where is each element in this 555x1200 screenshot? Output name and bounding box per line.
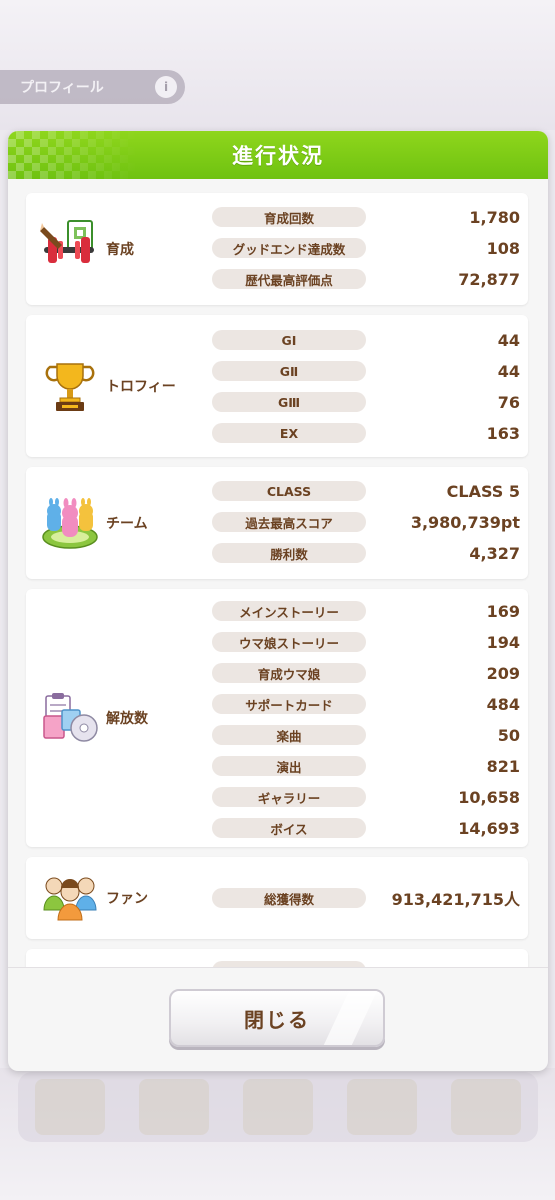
- header-pattern: [8, 131, 138, 179]
- stat-label: 勝利数: [212, 543, 366, 563]
- stat-value: 913,421,715人: [391, 890, 520, 909]
- stat-label: 育成ウマ娘: [212, 663, 366, 683]
- stat-value: 72,877: [458, 269, 520, 289]
- section-next-partial: [26, 949, 528, 967]
- stat-row: ボイス 14,693: [212, 818, 520, 838]
- stat-label: GⅢ: [212, 392, 366, 412]
- team-icon: [40, 493, 100, 553]
- stat-value: 209: [486, 663, 520, 683]
- stat-label: 歴代最高評価点: [212, 269, 366, 289]
- stat-label: GⅡ: [212, 361, 366, 381]
- stat-value: 10,658: [458, 787, 520, 807]
- stat-row: 楽曲 50: [212, 725, 520, 745]
- profile-tab-label: プロフィール: [20, 80, 104, 96]
- nav-item: [451, 1079, 521, 1135]
- nav-item: [243, 1079, 313, 1135]
- stat-value: 44: [497, 361, 520, 381]
- stat-label: 過去最高スコア: [212, 512, 366, 532]
- nav-item: [347, 1079, 417, 1135]
- close-button-label: 閉じる: [244, 1007, 310, 1032]
- progress-dialog: 進行状況 育成 育成回数 1,780 グッドエンド達成数 108 歴代最高評価点…: [8, 131, 548, 1071]
- stat-row: CLASS CLASS 5: [212, 481, 520, 501]
- category-label: チーム: [106, 516, 148, 532]
- footer-divider: [8, 967, 548, 968]
- dialog-header: 進行状況: [8, 131, 548, 179]
- stat-label: 楽曲: [212, 725, 366, 745]
- stat-value: 14,693: [458, 818, 520, 838]
- stats-scroll-area[interactable]: 育成 育成回数 1,780 グッドエンド達成数 108 歴代最高評価点 72,8…: [8, 179, 548, 967]
- category-label: ファン: [106, 891, 148, 907]
- stat-value: 3,980,739pt: [410, 512, 520, 532]
- unlock-icon: [40, 688, 100, 748]
- stat-label: 演出: [212, 756, 366, 776]
- close-button[interactable]: 閉じる: [169, 989, 385, 1047]
- stat-row: 勝利数 4,327: [212, 543, 520, 563]
- stat-value: 1,780: [469, 207, 520, 227]
- stat-value: 4,327: [469, 543, 520, 563]
- section-trophy: トロフィー GⅠ 44 GⅡ 44 GⅢ 76 EX 163: [26, 315, 528, 457]
- stat-row: ウマ娘ストーリー 194: [212, 632, 520, 652]
- stat-row: メインストーリー 169: [212, 601, 520, 621]
- stat-row: EX 163: [212, 423, 520, 443]
- stat-label: ウマ娘ストーリー: [212, 632, 366, 652]
- nav-item: [139, 1079, 209, 1135]
- stat-value: 50: [497, 725, 520, 745]
- stat-row: GⅠ 44: [212, 330, 520, 350]
- section-training: 育成 育成回数 1,780 グッドエンド達成数 108 歴代最高評価点 72,8…: [26, 193, 528, 305]
- category-label: 育成: [106, 242, 134, 258]
- profile-tab: プロフィール i: [0, 70, 185, 104]
- category-training: 育成: [40, 219, 134, 279]
- category-label: トロフィー: [106, 379, 176, 395]
- trophy-icon: [40, 356, 100, 416]
- stat-row: GⅡ 44: [212, 361, 520, 381]
- category-fans: ファン: [40, 868, 148, 928]
- stat-label: 総獲得数: [212, 888, 366, 908]
- training-icon: [40, 219, 100, 279]
- stat-value: 821: [486, 756, 520, 776]
- stat-row: 歴代最高評価点 72,877: [212, 269, 520, 289]
- stat-value: 163: [486, 423, 520, 443]
- info-icon: i: [155, 76, 177, 98]
- stat-label: 育成回数: [212, 207, 366, 227]
- stat-row: 総獲得数 913,421,715人: [212, 888, 520, 909]
- stat-label: ボイス: [212, 818, 366, 838]
- stat-value: 44: [497, 330, 520, 350]
- section-unlocks: 解放数 メインストーリー 169 ウマ娘ストーリー 194 育成ウマ娘 209 …: [26, 589, 528, 847]
- stat-row: ギャラリー 10,658: [212, 787, 520, 807]
- background-nav-bar: [18, 1072, 538, 1142]
- stat-value: 194: [486, 632, 520, 652]
- stat-value: 76: [497, 392, 520, 412]
- fans-icon: [40, 868, 100, 928]
- section-fans: ファン 総獲得数 913,421,715人: [26, 857, 528, 939]
- stat-value: 108: [486, 238, 520, 258]
- stat-row: サポートカード 484: [212, 694, 520, 714]
- nav-item: [35, 1079, 105, 1135]
- stat-label: GⅠ: [212, 330, 366, 350]
- stat-label: サポートカード: [212, 694, 366, 714]
- stat-label: CLASS: [212, 481, 366, 501]
- background-top: [0, 0, 555, 130]
- category-label: 解放数: [106, 711, 148, 727]
- stat-label: EX: [212, 423, 366, 443]
- stat-value: 484: [486, 694, 520, 714]
- stat-row: GⅢ 76: [212, 392, 520, 412]
- section-team: チーム CLASS CLASS 5 過去最高スコア 3,980,739pt 勝利…: [26, 467, 528, 579]
- stat-label: メインストーリー: [212, 601, 366, 621]
- stat-row: 育成回数 1,780: [212, 207, 520, 227]
- category-unlocks: 解放数: [40, 688, 148, 748]
- category-trophy: トロフィー: [40, 356, 176, 416]
- stat-row: 育成ウマ娘 209: [212, 663, 520, 683]
- button-shine: [316, 991, 382, 1045]
- stat-row: グッドエンド達成数 108: [212, 238, 520, 258]
- stat-row: 演出 821: [212, 756, 520, 776]
- stat-row: 過去最高スコア 3,980,739pt: [212, 512, 520, 532]
- stat-value: 169: [486, 601, 520, 621]
- category-team: チーム: [40, 493, 148, 553]
- stat-label: ギャラリー: [212, 787, 366, 807]
- stat-label: グッドエンド達成数: [212, 238, 366, 258]
- dialog-title: 進行状況: [232, 144, 324, 168]
- stat-value: CLASS 5: [446, 481, 520, 501]
